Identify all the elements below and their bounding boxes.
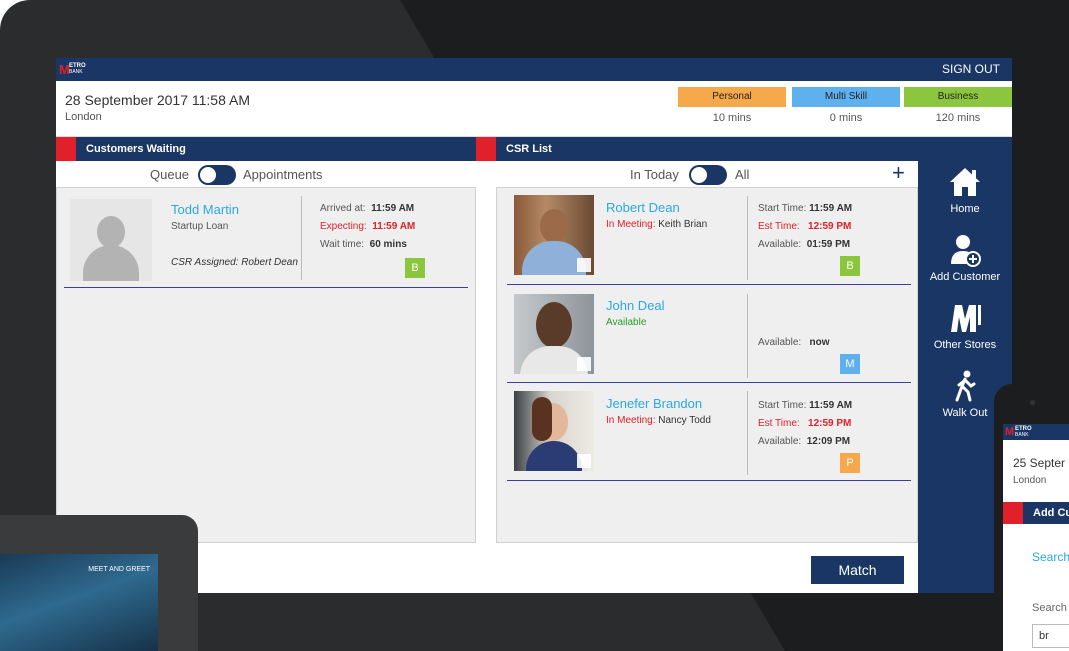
- customers-list: Todd Martin Startup Loan CSR Assigned: R…: [56, 187, 476, 543]
- queue-tile-personal[interactable]: Personal: [678, 87, 786, 107]
- toggle-label-appointments: Appointments: [243, 167, 323, 182]
- csr-photo: [514, 294, 594, 374]
- csr-assigned: CSR Assigned: Robert Dean: [171, 257, 298, 268]
- divider: [747, 294, 748, 378]
- customer-name[interactable]: Todd Martin: [171, 202, 239, 217]
- phone-location: London: [1013, 475, 1047, 486]
- phone-search-input[interactable]: br: [1032, 624, 1069, 648]
- csr-photo: [514, 391, 594, 471]
- sidebar-item-label: Other Stores: [933, 339, 997, 351]
- top-bar: M ETRO BANK SIGN OUT: [56, 58, 1012, 81]
- sign-out-button[interactable]: SIGN OUT: [942, 62, 1000, 76]
- phone-datetime: 25 Septer: [1013, 456, 1066, 470]
- sidebar-item-home[interactable]: Home: [918, 165, 1012, 215]
- toggle-label-all: All: [735, 167, 750, 182]
- phone-camera: [1030, 400, 1035, 405]
- row-separator: [507, 284, 911, 285]
- tablet-screen: MEET AND GREET: [0, 554, 158, 651]
- csr-list-header: CSR List: [476, 137, 1012, 161]
- csr-status: In Meeting: Nancy Todd: [606, 415, 711, 426]
- csr-timing: Start Time: 11:59 AM Est Time: 12:59 PM …: [758, 400, 853, 447]
- row-separator: [64, 287, 468, 288]
- csr-status: In Meeting: Keith Brian: [606, 219, 708, 230]
- device-mockup-scene: M ETRO BANK SIGN OUT 28 September 2017 1…: [0, 0, 1069, 651]
- section-title: CSR List: [506, 143, 552, 155]
- home-icon: [950, 168, 980, 196]
- section-title: Customers Waiting: [86, 143, 186, 155]
- row-separator: [507, 480, 911, 481]
- logo-sub: BANK: [69, 69, 83, 75]
- tablet-label: MEET AND GREET: [88, 566, 150, 573]
- queue-time-personal: 10 mins: [712, 112, 752, 124]
- customer-purpose: Startup Loan: [171, 221, 229, 232]
- sidebar-item-label: Add Customer: [929, 271, 1001, 283]
- csr-status: Available: [606, 317, 647, 328]
- in-today-all-toggle[interactable]: [689, 165, 727, 185]
- customer-timing: Arrived at: 11:59 AM Expecting: 11:59 AM…: [320, 203, 416, 250]
- current-datetime: 28 September 2017 11:58 AM: [65, 92, 250, 108]
- queue-badge: B: [840, 256, 860, 276]
- csr-timing: Available: now: [758, 337, 830, 348]
- plus-icon[interactable]: +: [892, 162, 905, 184]
- divider: [301, 196, 302, 280]
- queue-tile-multi-skill[interactable]: Multi Skill: [792, 87, 900, 107]
- add-user-icon: [951, 235, 981, 267]
- metro-m-icon: [951, 305, 981, 332]
- header: 28 September 2017 11:58 AM London Person…: [56, 81, 1012, 137]
- toggle-label-queue: Queue: [150, 167, 190, 182]
- queue-appointments-toggle[interactable]: [198, 165, 236, 185]
- branch-location: London: [65, 111, 102, 123]
- row-separator: [507, 382, 911, 383]
- csr-list-panel: In Today All + Robert Dean In Meeting: K…: [486, 161, 918, 593]
- sidebar-item-other-stores[interactable]: Other Stores: [918, 301, 1012, 351]
- customers-waiting-header: Customers Waiting: [56, 137, 476, 161]
- match-button[interactable]: Match: [811, 556, 904, 584]
- app-screen: M ETRO BANK SIGN OUT 28 September 2017 1…: [56, 58, 1012, 593]
- toggle-label-in-today: In Today: [630, 167, 679, 182]
- phone-search-tab[interactable]: Search: [1032, 550, 1069, 564]
- queue-badge: B: [405, 258, 425, 278]
- metro-bank-logo: M ETRO BANK: [59, 62, 89, 77]
- phone-section-header: Add Cu: [1003, 502, 1069, 524]
- phone-top-bar: M ETRO BANK: [1003, 424, 1069, 440]
- queue-time-business: 120 mins: [935, 112, 981, 124]
- phone-search-label: Search: [1032, 602, 1067, 614]
- csr-name[interactable]: John Deal: [606, 298, 665, 313]
- phone-screen: M ETRO BANK 25 Septer London Add Cu Sear…: [1003, 424, 1069, 651]
- sidebar-item-label: Home: [950, 203, 980, 215]
- queue-badge: M: [840, 354, 860, 374]
- avatar-placeholder: [70, 199, 152, 281]
- csr-name[interactable]: Jenefer Brandon: [606, 396, 702, 411]
- csr-photo: [514, 195, 594, 275]
- sidebar-item-label: Walk Out: [942, 407, 988, 419]
- queue-tile-business[interactable]: Business: [904, 87, 1012, 107]
- divider: [747, 391, 748, 475]
- divider: [747, 196, 748, 280]
- metro-bank-logo: M ETRO BANK: [1005, 426, 1032, 438]
- walking-person-icon: [955, 370, 976, 402]
- sidebar-item-add-customer[interactable]: Add Customer: [918, 233, 1012, 283]
- section-marker: [56, 137, 76, 161]
- section-marker: [476, 137, 496, 161]
- queue-time-multi-skill: 0 mins: [829, 112, 863, 124]
- csr-timing: Start Time: 11:59 AM Est Time: 12:59 PM …: [758, 203, 853, 250]
- csr-name[interactable]: Robert Dean: [606, 200, 680, 215]
- queue-badge: P: [840, 453, 860, 473]
- csr-list: Robert Dean In Meeting: Keith Brian Star…: [496, 187, 918, 543]
